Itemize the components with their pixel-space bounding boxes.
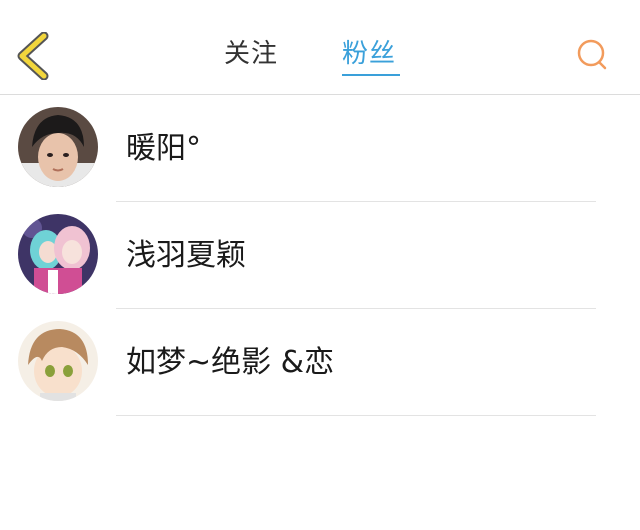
follower-name: 暖阳°: [126, 131, 201, 166]
follower-list: 暖阳° 浅羽夏颖 如梦~绝影 &恋: [0, 95, 640, 416]
avatar[interactable]: [18, 107, 98, 187]
avatar-photo-icon: [18, 107, 98, 187]
list-item[interactable]: 如梦~绝影 &恋: [0, 309, 640, 416]
search-icon: [577, 39, 607, 70]
list-item[interactable]: 暖阳°: [0, 95, 640, 202]
top-nav-bar: 关注 粉丝: [0, 0, 640, 95]
avatar[interactable]: [18, 214, 98, 294]
divider: [116, 415, 596, 416]
avatar-anime-icon: [18, 321, 98, 401]
tab-following[interactable]: 关注: [224, 38, 278, 70]
active-tab-indicator: [342, 74, 400, 76]
tab-fans[interactable]: 粉丝: [342, 38, 396, 70]
avatar[interactable]: [18, 321, 98, 401]
search-button[interactable]: [576, 38, 608, 70]
list-item[interactable]: 浅羽夏颖: [0, 202, 640, 309]
follower-name: 如梦~绝影 &恋: [126, 345, 335, 380]
tab-bar: 关注 粉丝: [0, 0, 640, 94]
follower-name: 浅羽夏颖: [126, 238, 246, 273]
avatar-anime-icon: [18, 214, 98, 294]
